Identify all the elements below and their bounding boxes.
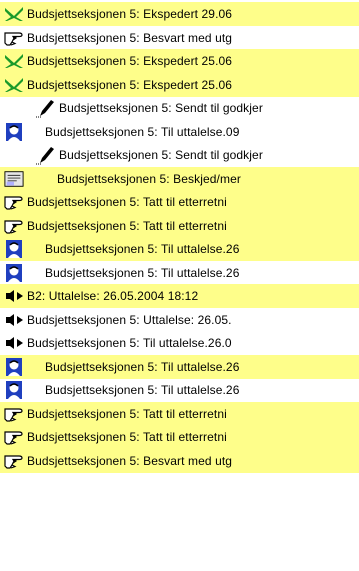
list-item[interactable]: Budsjettseksjonen 5: Ekspedert 25.06 xyxy=(0,49,359,73)
pointing-hand-icon xyxy=(4,216,24,236)
list-item-label: Budsjettseksjonen 5: Tatt til etterretni xyxy=(27,195,227,209)
list-item[interactable]: Budsjettseksjonen 5: Tatt til etterretni xyxy=(0,425,359,449)
list-item-label: Budsjettseksjonen 5: Ekspedert 25.06 xyxy=(27,77,233,92)
list-item-label: Budsjettseksjonen 5: Til uttalelse.09 xyxy=(45,124,240,139)
list-item[interactable]: Budsjettseksjonen 5: Til uttalelse.26 xyxy=(0,261,359,285)
pointing-hand-icon xyxy=(4,451,24,471)
list-item[interactable]: Budsjettseksjonen 5: Til uttalelse.26 xyxy=(0,237,359,261)
person-icon xyxy=(4,357,24,377)
list-item-label: Budsjettseksjonen 5: Besvart med utg xyxy=(27,30,233,45)
person-icon xyxy=(4,263,24,283)
list-item-label: B2: Uttalelse: 26.05.2004 18:12 xyxy=(27,289,199,303)
speaker-arrow-icon xyxy=(4,310,24,330)
list-item-label: Budsjettseksjonen 5: Beskjed/mer xyxy=(57,171,241,186)
list-item-label: Budsjettseksjonen 5: Uttalelse: 26.05. xyxy=(27,312,232,327)
list-item-label: Budsjettseksjonen 5: Sendt til godkjer xyxy=(59,148,263,162)
list-item[interactable]: Budsjettseksjonen 5: Til uttalelse.26.0 xyxy=(0,331,359,355)
check-icon xyxy=(4,4,24,24)
list-item[interactable]: Budsjettseksjonen 5: Tatt til etterretni xyxy=(0,190,359,214)
list-item-label: Budsjettseksjonen 5: Ekspedert 25.06 xyxy=(27,54,233,68)
list-item-label: Budsjettseksjonen 5: Sendt til godkjer xyxy=(59,101,263,115)
pen-icon xyxy=(36,98,56,118)
pointing-hand-icon xyxy=(4,427,24,447)
list-item[interactable]: B2: Uttalelse: 26.05.2004 18:12 xyxy=(0,284,359,308)
list-item-label: Budsjettseksjonen 5: Tatt til etterretni xyxy=(27,406,227,421)
list-item[interactable]: Budsjettseksjonen 5: Sendt til godkjer xyxy=(0,96,359,120)
pointing-hand-icon xyxy=(4,404,24,424)
list-item[interactable]: Budsjettseksjonen 5: Ekspedert 25.06 xyxy=(0,72,359,97)
list-item[interactable]: Budsjettseksjonen 5: Sendt til godkjer xyxy=(0,143,359,167)
check-icon xyxy=(4,51,24,71)
list-item[interactable]: Budsjettseksjonen 5: Tatt til etterretni xyxy=(0,213,359,238)
list-item[interactable]: Budsjettseksjonen 5: Besvart med utg xyxy=(0,448,359,473)
list-item-label: Budsjettseksjonen 5: Tatt til etterretni xyxy=(27,430,227,444)
list-item[interactable]: Budsjettseksjonen 5: Til uttalelse.26 xyxy=(0,378,359,402)
pen-icon xyxy=(36,145,56,165)
person-icon xyxy=(4,239,24,259)
list-item[interactable]: Budsjettseksjonen 5: Til uttalelse.26 xyxy=(0,354,359,379)
list-item-label: Budsjettseksjonen 5: Besvart med utg xyxy=(27,453,233,468)
list-item-label: Budsjettseksjonen 5: Til uttalelse.26 xyxy=(45,242,240,256)
speaker-arrow-icon xyxy=(4,333,24,353)
pointing-hand-icon xyxy=(4,28,24,48)
list-item[interactable]: Budsjettseksjonen 5: Tatt til etterretni xyxy=(0,401,359,426)
list-item-label: Budsjettseksjonen 5: Tatt til etterretni xyxy=(27,218,227,233)
speaker-arrow-icon xyxy=(4,286,24,306)
person-icon xyxy=(4,380,24,400)
note-icon xyxy=(4,169,24,189)
list-item[interactable]: Budsjettseksjonen 5: Uttalelse: 26.05. xyxy=(0,308,359,332)
list-item-label: Budsjettseksjonen 5: Til uttalelse.26 xyxy=(45,265,240,280)
list-item-label: Budsjettseksjonen 5: Til uttalelse.26.0 xyxy=(27,336,232,350)
list-item[interactable]: Budsjettseksjonen 5: Beskjed/mer xyxy=(0,166,359,191)
list-item-label: Budsjettseksjonen 5: Ekspedert 29.06 xyxy=(27,7,233,21)
pointing-hand-icon xyxy=(4,192,24,212)
list-item-label: Budsjettseksjonen 5: Til uttalelse.26 xyxy=(45,383,240,397)
list-item[interactable]: Budsjettseksjonen 5: Besvart med utg xyxy=(0,26,359,50)
list-item[interactable]: Budsjettseksjonen 5: Til uttalelse.09 xyxy=(0,120,359,144)
list-item-label: Budsjettseksjonen 5: Til uttalelse.26 xyxy=(45,359,240,374)
person-icon xyxy=(4,122,24,142)
document-history-list: Budsjettseksjonen 5: Ekspedert 29.06 Buds… xyxy=(0,0,359,571)
list-item[interactable]: Budsjettseksjonen 5: Ekspedert 29.06 xyxy=(0,2,359,26)
check-icon xyxy=(4,75,24,95)
